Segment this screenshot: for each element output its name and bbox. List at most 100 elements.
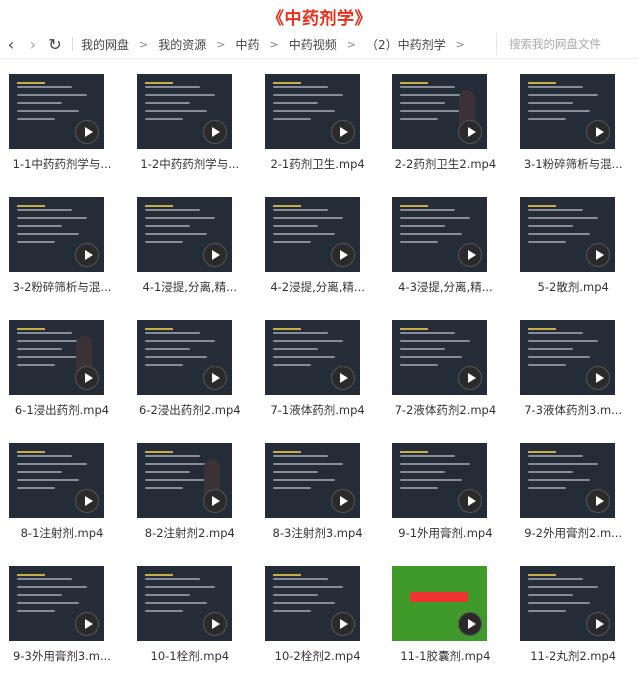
play-icon[interactable] [330,489,355,513]
play-icon[interactable] [202,243,227,267]
video-thumbnail[interactable] [136,74,232,149]
file-name[interactable]: 11-2丸剂2.mp4 [511,648,635,664]
video-thumbnail[interactable] [9,197,104,272]
file-name[interactable]: 6-1浸出药剂.mp4 [0,402,124,418]
video-thumbnail[interactable] [520,320,616,395]
file-name[interactable]: 1-1中药药剂学与... [0,156,124,172]
video-file-item[interactable]: 10-2栓剂2.mp4 [256,560,384,683]
video-file-item[interactable]: 2-2药剂卫生2.mp4 [383,68,511,191]
video-thumbnail[interactable] [136,443,232,518]
breadcrumb-item[interactable]: 我的网盘 [81,36,129,53]
play-icon[interactable] [75,366,99,390]
video-thumbnail[interactable] [9,320,104,395]
file-name[interactable]: 1-2中药药剂学与... [128,156,252,172]
play-icon[interactable] [458,243,483,267]
forward-arrow-icon[interactable]: › [22,35,44,54]
file-name[interactable]: 9-3外用膏剂3.m... [0,648,124,664]
play-icon[interactable] [458,489,483,513]
video-thumbnail[interactable] [392,320,488,395]
video-thumbnail[interactable] [9,566,104,641]
video-file-item[interactable]: 4-1浸提,分离,精... [128,191,256,314]
breadcrumb-item[interactable]: 我的资源 [158,36,206,53]
play-icon[interactable] [586,612,611,636]
video-file-item[interactable]: 9-1外用膏剂.mp4 [383,437,511,560]
video-thumbnail[interactable] [392,74,488,149]
play-icon[interactable] [458,366,483,390]
file-name[interactable]: 7-1液体药剂.mp4 [256,402,380,418]
file-name[interactable]: 2-2药剂卫生2.mp4 [383,156,507,172]
video-thumbnail[interactable] [392,566,488,641]
file-name[interactable]: 4-2浸提,分离,精... [256,279,380,295]
file-name[interactable]: 9-1外用膏剂.mp4 [383,525,507,541]
video-file-item[interactable]: 6-1浸出药剂.mp4 [0,314,128,437]
file-name[interactable]: 3-1粉碎筛析与混... [511,156,635,172]
play-icon[interactable] [75,612,99,636]
video-file-item[interactable]: 4-2浸提,分离,精... [256,191,384,314]
video-file-item[interactable]: 3-1粉碎筛析与混... [511,68,639,191]
video-file-item[interactable]: 9-3外用膏剂3.m... [0,560,128,683]
video-thumbnail[interactable] [264,74,360,149]
play-icon[interactable] [202,120,227,144]
video-thumbnail[interactable] [264,566,360,641]
breadcrumb-item[interactable]: 中药 [235,36,259,53]
video-thumbnail[interactable] [520,74,616,149]
play-icon[interactable] [330,243,355,267]
video-thumbnail[interactable] [520,197,616,272]
file-name[interactable]: 8-1注射剂.mp4 [0,525,124,541]
file-name[interactable]: 10-2栓剂2.mp4 [256,648,380,664]
video-thumbnail[interactable] [264,320,360,395]
play-icon[interactable] [202,489,227,513]
video-thumbnail[interactable] [520,443,616,518]
play-icon[interactable] [75,120,99,144]
video-file-item[interactable]: 1-1中药药剂学与... [0,68,128,191]
play-icon[interactable] [586,489,611,513]
file-name[interactable]: 11-1胶囊剂.mp4 [383,648,507,664]
play-icon[interactable] [75,243,99,267]
play-icon[interactable] [330,366,355,390]
file-name[interactable]: 7-2液体药剂2.mp4 [383,402,507,418]
video-thumbnail[interactable] [392,197,488,272]
file-name[interactable]: 5-2散剂.mp4 [511,279,635,295]
file-name[interactable]: 2-1药剂卫生.mp4 [256,156,380,172]
video-file-item[interactable]: 7-1液体药剂.mp4 [256,314,384,437]
video-file-item[interactable]: 6-2浸出药剂2.mp4 [128,314,256,437]
video-file-item[interactable]: 8-3注射剂3.mp4 [256,437,384,560]
file-name[interactable]: 4-1浸提,分离,精... [128,279,252,295]
video-file-item[interactable]: 11-1胶囊剂.mp4 [383,560,511,683]
video-thumbnail[interactable] [136,566,232,641]
video-file-item[interactable]: 8-1注射剂.mp4 [0,437,128,560]
back-arrow-icon[interactable]: ‹ [0,35,22,54]
video-thumbnail[interactable] [9,74,104,149]
play-icon[interactable] [586,243,611,267]
file-name[interactable]: 3-2粉碎筛析与混... [0,279,124,295]
file-name[interactable]: 4-3浸提,分离,精... [383,279,507,295]
play-icon[interactable] [75,489,99,513]
play-icon[interactable] [330,120,355,144]
video-file-item[interactable]: 7-3液体药剂3.m... [511,314,639,437]
file-name[interactable]: 7-3液体药剂3.m... [511,402,635,418]
video-file-item[interactable]: 10-1栓剂.mp4 [128,560,256,683]
video-file-item[interactable]: 9-2外用膏剂2.m... [511,437,639,560]
search-input[interactable]: 搜索我的网盘文件 [496,33,639,55]
video-thumbnail[interactable] [136,197,232,272]
play-icon[interactable] [202,366,227,390]
video-thumbnail[interactable] [392,443,488,518]
video-thumbnail[interactable] [264,443,360,518]
video-thumbnail[interactable] [136,320,232,395]
video-file-item[interactable]: 2-1药剂卫生.mp4 [256,68,384,191]
video-file-item[interactable]: 1-2中药药剂学与... [128,68,256,191]
video-file-item[interactable]: 3-2粉碎筛析与混... [0,191,128,314]
file-name[interactable]: 6-2浸出药剂2.mp4 [128,402,252,418]
play-icon[interactable] [586,366,611,390]
play-icon[interactable] [586,120,611,144]
play-icon[interactable] [458,612,483,636]
file-name[interactable]: 9-2外用膏剂2.m... [511,525,635,541]
video-thumbnail[interactable] [264,197,360,272]
video-file-item[interactable]: 8-2注射剂2.mp4 [128,437,256,560]
file-name[interactable]: 8-2注射剂2.mp4 [128,525,252,541]
video-file-item[interactable]: 11-2丸剂2.mp4 [511,560,639,683]
play-icon[interactable] [458,120,483,144]
breadcrumb-item[interactable]: （2）中药剂学 [366,36,446,53]
video-thumbnail[interactable] [520,566,616,641]
video-file-item[interactable]: 4-3浸提,分离,精... [383,191,511,314]
